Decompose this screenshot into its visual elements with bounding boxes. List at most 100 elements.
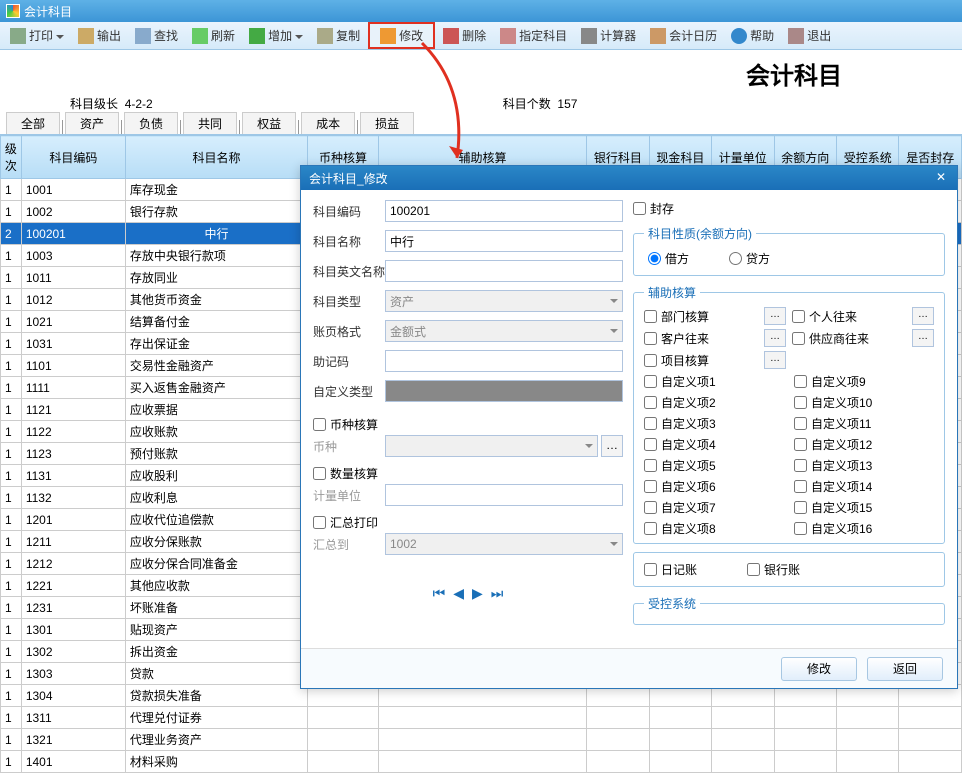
aux-部门核算-checkbox[interactable]	[644, 310, 657, 323]
aux-item: 个人往来	[792, 307, 906, 325]
record-nav: ⏮ ◀ ▶ ⏭	[313, 585, 623, 602]
aux-browse-button[interactable]: …	[764, 329, 786, 347]
toolbar-帮助-button[interactable]: 帮助	[725, 24, 780, 47]
i-out-icon	[78, 28, 94, 44]
nav-first-icon[interactable]: ⏮	[433, 585, 446, 602]
custom-checkbox[interactable]	[644, 480, 657, 493]
tab-负债[interactable]: 负债	[124, 112, 178, 134]
daily-journal-checkbox[interactable]	[644, 563, 657, 576]
custom-checkbox[interactable]	[644, 501, 657, 514]
mnemonic-label: 助记码	[313, 353, 385, 370]
nav-next-icon[interactable]: ▶	[472, 585, 483, 602]
toolbar-会计日历-button[interactable]: 会计日历	[644, 24, 723, 47]
aux-项目核算-checkbox[interactable]	[644, 354, 657, 367]
aux-供应商往来-checkbox[interactable]	[792, 332, 805, 345]
currency-select[interactable]	[385, 435, 598, 457]
currency-browse-button[interactable]: …	[601, 435, 623, 457]
controlled-legend: 受控系统	[644, 595, 700, 612]
sum-checkbox[interactable]	[313, 516, 326, 529]
category-tabs: 全部资产负债共同权益成本损益	[0, 113, 962, 135]
custom-checkbox[interactable]	[794, 438, 807, 451]
toolbar-修改-button[interactable]: 修改	[368, 22, 435, 49]
toolbar-删除-button[interactable]: 删除	[437, 24, 492, 47]
close-icon[interactable]: ✕	[933, 170, 949, 186]
custom-checkbox[interactable]	[644, 522, 657, 535]
toolbar-查找-button[interactable]: 查找	[129, 24, 184, 47]
toolbar-指定科目-button[interactable]: 指定科目	[494, 24, 573, 47]
sum-select[interactable]: 1002	[385, 533, 623, 555]
custom-checkbox[interactable]	[644, 417, 657, 430]
aux-item: 供应商往来	[792, 329, 906, 347]
currency-checkbox[interactable]	[313, 418, 326, 431]
debit-radio[interactable]	[648, 252, 661, 265]
mnemonic-input[interactable]	[385, 350, 623, 372]
table-row[interactable]: 11311代理兑付证券	[1, 707, 962, 729]
custom-type-select[interactable]	[385, 380, 623, 402]
ename-input[interactable]	[385, 260, 623, 282]
toolbar-刷新-button[interactable]: 刷新	[186, 24, 241, 47]
custom-checkbox[interactable]	[644, 459, 657, 472]
aux-个人往来-checkbox[interactable]	[792, 310, 805, 323]
controlled-fieldset: 受控系统	[633, 595, 945, 625]
bank-journal-checkbox[interactable]	[747, 563, 760, 576]
aux-item: 项目核算	[644, 351, 758, 369]
sealed-checkbox[interactable]	[633, 202, 646, 215]
custom-checkbox[interactable]	[644, 396, 657, 409]
aux-item: 部门核算	[644, 307, 758, 325]
tab-损益[interactable]: 损益	[360, 112, 414, 134]
custom-checkbox[interactable]	[644, 375, 657, 388]
code-input[interactable]	[385, 200, 623, 222]
custom-checkbox[interactable]	[644, 438, 657, 451]
toolbar-复制-button[interactable]: 复制	[311, 24, 366, 47]
tab-资产[interactable]: 资产	[65, 112, 119, 134]
aux-客户往来-checkbox[interactable]	[644, 332, 657, 345]
name-input[interactable]	[385, 230, 623, 252]
custom-item: 自定义项7	[644, 499, 784, 516]
toolbar-增加-button[interactable]: 增加	[243, 24, 309, 47]
toolbar-计算器-button[interactable]: 计算器	[575, 24, 642, 47]
custom-checkbox[interactable]	[794, 396, 807, 409]
qty-unit-input[interactable]	[385, 484, 623, 506]
toolbar-打印-button[interactable]: 打印	[4, 24, 70, 47]
qty-checkbox[interactable]	[313, 467, 326, 480]
credit-radio[interactable]	[729, 252, 742, 265]
custom-checkbox[interactable]	[794, 459, 807, 472]
custom-checkbox[interactable]	[794, 522, 807, 535]
custom-checkbox[interactable]	[794, 417, 807, 430]
table-row[interactable]: 11401材料采购	[1, 751, 962, 773]
aux-browse-button[interactable]: …	[912, 329, 934, 347]
debit-radio-label[interactable]: 借方	[648, 250, 689, 267]
ename-label: 科目英文名称	[313, 263, 385, 280]
custom-checkbox[interactable]	[794, 375, 807, 388]
col-header[interactable]: 级次	[1, 136, 22, 179]
nav-last-icon[interactable]: ⏭	[491, 585, 504, 602]
aux-browse-button[interactable]: …	[764, 307, 786, 325]
nav-prev-icon[interactable]: ◀	[453, 585, 464, 602]
tab-共同[interactable]: 共同	[183, 112, 237, 134]
custom-checkbox[interactable]	[794, 501, 807, 514]
custom-checkbox[interactable]	[794, 480, 807, 493]
aux-browse-button[interactable]: …	[912, 307, 934, 325]
ok-button[interactable]: 修改	[781, 657, 857, 681]
meta-row: 科目级长 4-2-2 科目个数 157	[0, 93, 962, 113]
format-select[interactable]: 金额式	[385, 320, 623, 342]
toolbar-输出-button[interactable]: 输出	[72, 24, 127, 47]
tab-成本[interactable]: 成本	[301, 112, 355, 134]
table-row[interactable]: 11321代理业务资产	[1, 729, 962, 751]
type-select[interactable]: 资产	[385, 290, 623, 312]
aux-legend: 辅助核算	[644, 284, 700, 301]
daily-journal-label: 日记账	[661, 561, 697, 578]
col-header[interactable]: 科目名称	[125, 136, 307, 179]
i-print-icon	[10, 28, 26, 44]
aux-browse-button[interactable]: …	[764, 351, 786, 369]
titlebar: 会计科目	[0, 0, 962, 22]
col-header[interactable]: 科目编码	[21, 136, 125, 179]
journal-fieldset: 日记账 银行账	[633, 552, 945, 587]
toolbar-退出-button[interactable]: 退出	[782, 24, 837, 47]
back-button[interactable]: 返回	[867, 657, 943, 681]
i-calc-icon	[581, 28, 597, 44]
tab-权益[interactable]: 权益	[242, 112, 296, 134]
credit-radio-label[interactable]: 贷方	[729, 250, 770, 267]
custom-type-label: 自定义类型	[313, 383, 385, 400]
tab-全部[interactable]: 全部	[6, 112, 60, 134]
